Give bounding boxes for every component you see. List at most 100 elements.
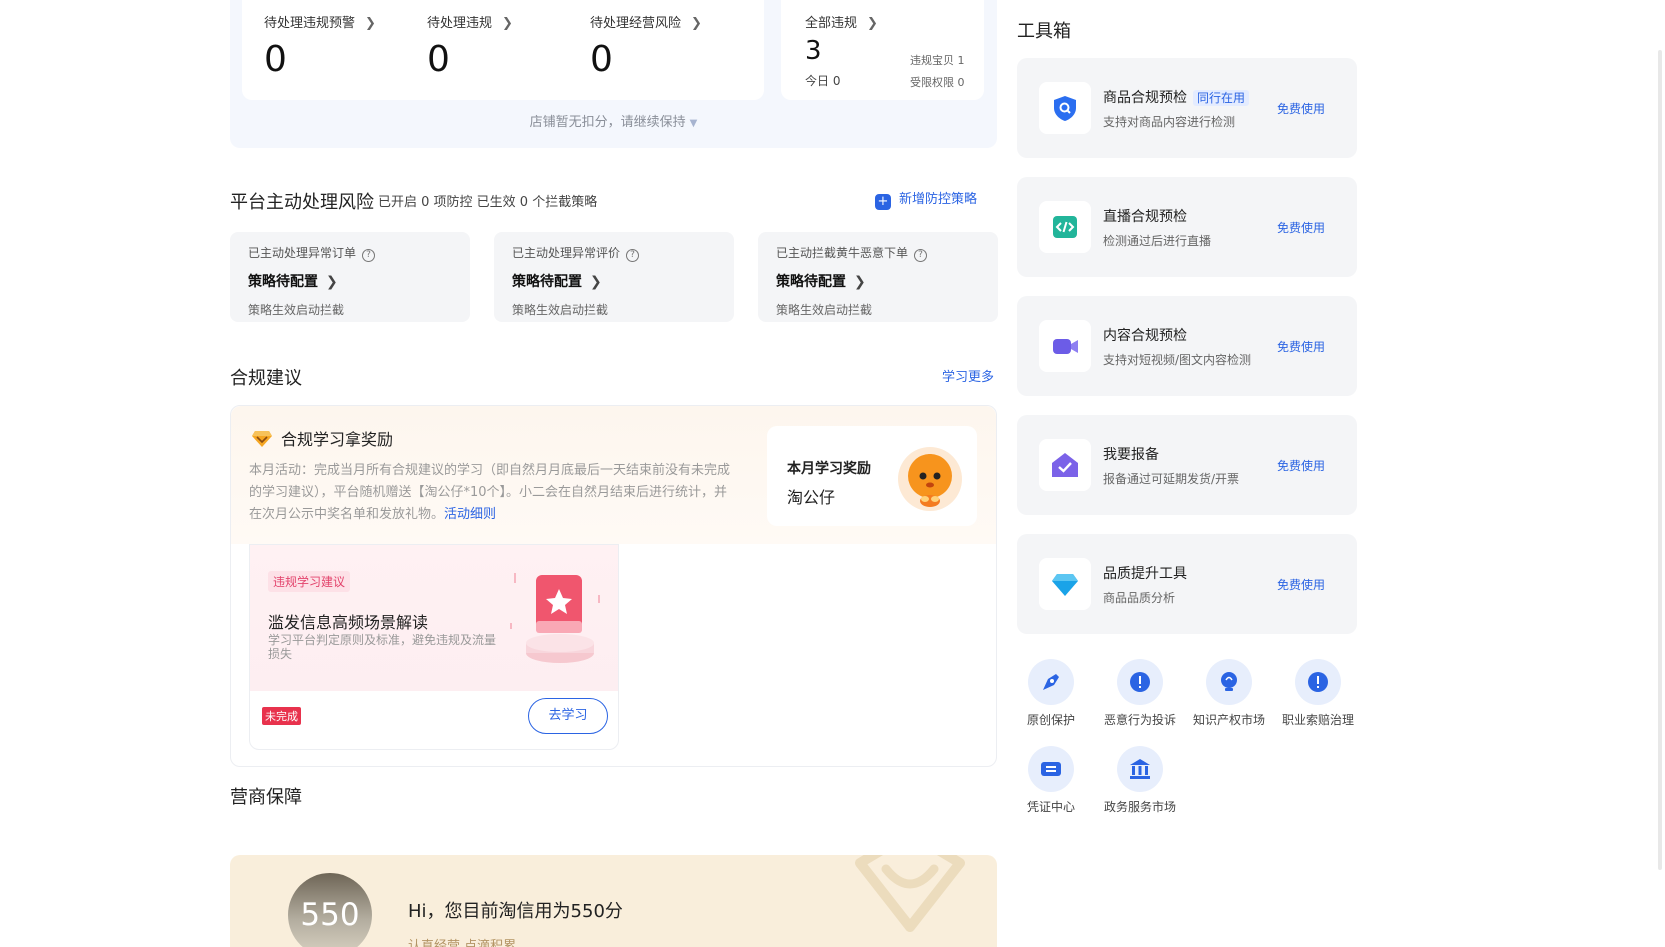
quick-label: 知识产权市场 <box>1192 713 1265 727</box>
peer-using-badge: 同行在用 <box>1193 90 1250 106</box>
risk-card-title: 已主动处理异常订单 <box>248 246 357 260</box>
tool-desc: 商品品质分析 <box>1103 591 1176 605</box>
page: 待处理违规预警 ❯ 0 待处理违规 ❯ 0 待处理经营风险 ❯ 0 全部违规 ❯ 3 今… <box>0 0 1665 947</box>
shield-search-icon <box>1054 96 1076 121</box>
free-use-link[interactable]: 免费使用 <box>1277 219 1325 236</box>
study-reward-banner: 合规学习拿奖励 本月活动：完成当月所有合规建议的学习（即自然月月底最后一天结束前… <box>231 406 996 544</box>
help-icon[interactable]: ? <box>362 249 376 262</box>
quick-malicious-complaint[interactable]: 恶意行为投诉 <box>1097 659 1183 728</box>
diamond-icon <box>1052 574 1078 596</box>
shield-decoration-icon <box>855 855 965 932</box>
all-violation-label: 全部违规 <box>805 16 858 31</box>
tool-product-precheck[interactable]: 商品合规预检 同行在用 支持对商品内容进行检测 免费使用 <box>1017 58 1357 158</box>
quick-label: 凭证中心 <box>1026 800 1075 814</box>
study-card: 违规学习建议 滥发信息高频场景解读 学习平台判定原则及标准，避免违规及流量损失 … <box>249 544 619 750</box>
today-violation-count: 今日 0 <box>805 74 841 88</box>
risk-card-title: 已主动处理异常评价 <box>512 246 621 260</box>
tool-quality[interactable]: 品质提升工具 商品品质分析 免费使用 <box>1017 534 1357 634</box>
book-star-icon <box>510 573 600 663</box>
deduction-hint[interactable]: 店铺暂无扣分，请继续保持 ▼ <box>230 111 997 130</box>
toolbox-title: 工具箱 <box>1017 21 1071 42</box>
compliance-box: 合规学习拿奖励 本月活动：完成当月所有合规建议的学习（即自然月月底最后一天结束前… <box>230 405 997 767</box>
quick-gov-market[interactable]: 政务服务市场 <box>1097 746 1183 815</box>
chevron-right-icon: ❯ <box>867 16 878 31</box>
help-icon[interactable]: ? <box>626 249 640 262</box>
risk-card-title: 已主动拦截黄牛恶意下单 <box>776 246 909 260</box>
tool-name: 内容合规预检 <box>1103 328 1187 344</box>
tool-content-precheck[interactable]: 内容合规预检 支持对短视频/图文内容检测 免费使用 <box>1017 296 1357 396</box>
free-use-link[interactable]: 免费使用 <box>1277 338 1325 355</box>
code-icon <box>1053 216 1077 238</box>
quick-claim-governance[interactable]: 职业索赔治理 <box>1275 659 1361 728</box>
risk-card-desc: 策略生效启动拦截 <box>248 303 345 317</box>
reward-title: 本月学习奖励 <box>787 461 871 477</box>
pending-risk-count: 0 <box>590 39 613 80</box>
free-use-link[interactable]: 免费使用 <box>1277 457 1325 474</box>
tool-name: 我要报备 <box>1103 447 1159 463</box>
monthly-reward-card: 本月学习奖励 淘公仔 <box>767 426 977 526</box>
all-violation-card[interactable]: 全部违规 ❯ 3 今日 0 违规宝贝 1 受限权限 0 <box>781 0 984 100</box>
plus-icon: + <box>875 194 891 210</box>
credit-greeting: Hi，您目前淘信用为550分 <box>408 901 623 922</box>
tool-desc: 报备通过可延期发货/开票 <box>1103 472 1240 486</box>
quick-label: 职业索赔治理 <box>1281 713 1354 727</box>
quick-original-protection[interactable]: 原创保护 <box>1008 659 1094 728</box>
risk-card-status: 策略待配置 <box>512 274 582 290</box>
restricted-permission-count: 受限权限 0 <box>910 76 965 89</box>
tool-name: 直播合规预检 <box>1103 209 1187 225</box>
pending-violation-item[interactable]: 待处理违规 ❯ 0 <box>427 12 513 80</box>
pending-risk-label: 待处理经营风险 <box>590 16 682 31</box>
pending-warning-item[interactable]: 待处理违规预警 ❯ 0 <box>264 12 376 80</box>
mascot-image <box>898 447 962 511</box>
activity-rules-link[interactable]: 活动细则 <box>444 507 496 522</box>
pending-summary-card: 待处理违规预警 ❯ 0 待处理违规 ❯ 0 待处理经营风险 ❯ 0 <box>242 0 764 100</box>
tool-desc: 检测通过后进行直播 <box>1103 234 1212 248</box>
go-study-button[interactable]: 去学习 <box>528 698 608 734</box>
tool-name: 品质提升工具 <box>1103 566 1187 582</box>
original-icon <box>1043 674 1059 690</box>
violating-item-count: 违规宝贝 1 <box>910 54 965 67</box>
risk-card-scalpers[interactable]: 已主动拦截黄牛恶意下单? 策略待配置 ❯ 策略生效启动拦截 <box>758 232 998 322</box>
pending-risk-item[interactable]: 待处理经营风险 ❯ 0 <box>590 12 702 80</box>
compliance-title: 合规建议 <box>230 368 302 389</box>
quick-label: 原创保护 <box>1026 713 1075 727</box>
help-icon[interactable]: ? <box>914 249 928 262</box>
caret-down-icon: ▼ <box>689 118 698 129</box>
platform-risk-title: 平台主动处理风险 <box>230 192 374 213</box>
complaint-icon <box>1130 672 1150 692</box>
learn-more-link[interactable]: 学习更多 <box>942 366 994 385</box>
chevron-right-icon: ❯ <box>691 16 702 31</box>
risk-card-reviews[interactable]: 已主动处理异常评价? 策略待配置 ❯ 策略生效启动拦截 <box>494 232 734 322</box>
scrollbar[interactable] <box>1655 0 1665 947</box>
free-use-link[interactable]: 免费使用 <box>1277 576 1325 593</box>
credit-score: 550 <box>288 873 372 947</box>
chevron-right-icon: ❯ <box>854 274 866 290</box>
chevron-right-icon: ❯ <box>326 274 338 290</box>
scrollbar-thumb[interactable] <box>1658 50 1662 870</box>
study-tag: 违规学习建议 <box>268 571 351 592</box>
tool-report[interactable]: 我要报备 报备通过可延期发货/开票 免费使用 <box>1017 415 1357 515</box>
risk-card-desc: 策略生效启动拦截 <box>776 303 873 317</box>
tool-live-precheck[interactable]: 直播合规预检 检测通过后进行直播 免费使用 <box>1017 177 1357 277</box>
gov-icon <box>1130 759 1150 779</box>
risk-card-orders[interactable]: 已主动处理异常订单? 策略待配置 ❯ 策略生效启动拦截 <box>230 232 470 322</box>
house-check-icon <box>1052 453 1078 477</box>
tool-name: 商品合规预检 <box>1103 90 1187 106</box>
chevron-right-icon: ❯ <box>365 16 376 31</box>
tool-desc: 支持对短视频/图文内容检测 <box>1103 353 1252 367</box>
free-use-link[interactable]: 免费使用 <box>1277 100 1325 117</box>
pending-violation-label: 待处理违规 <box>427 16 493 31</box>
video-icon <box>1053 339 1078 354</box>
diamond-icon <box>252 431 272 447</box>
quick-ip-market[interactable]: 知识产权市场 <box>1186 659 1272 728</box>
study-title: 滥发信息高频场景解读 <box>268 613 429 632</box>
promo-title: 合规学习拿奖励 <box>281 430 394 449</box>
study-description: 学习平台判定原则及标准，避免违规及流量损失 <box>268 633 497 661</box>
platform-risk-subtitle: 已开启 0 项防控 已生效 0 个拦截策略 <box>378 195 598 210</box>
add-strategy-button[interactable]: + 新增防控策略 <box>875 188 977 210</box>
quick-voucher-center[interactable]: 凭证中心 <box>1008 746 1094 815</box>
all-violation-count: 3 <box>805 36 822 66</box>
tool-desc: 支持对商品内容进行检测 <box>1103 115 1236 129</box>
pending-warning-label: 待处理违规预警 <box>264 16 356 31</box>
pending-violation-count: 0 <box>427 39 450 80</box>
